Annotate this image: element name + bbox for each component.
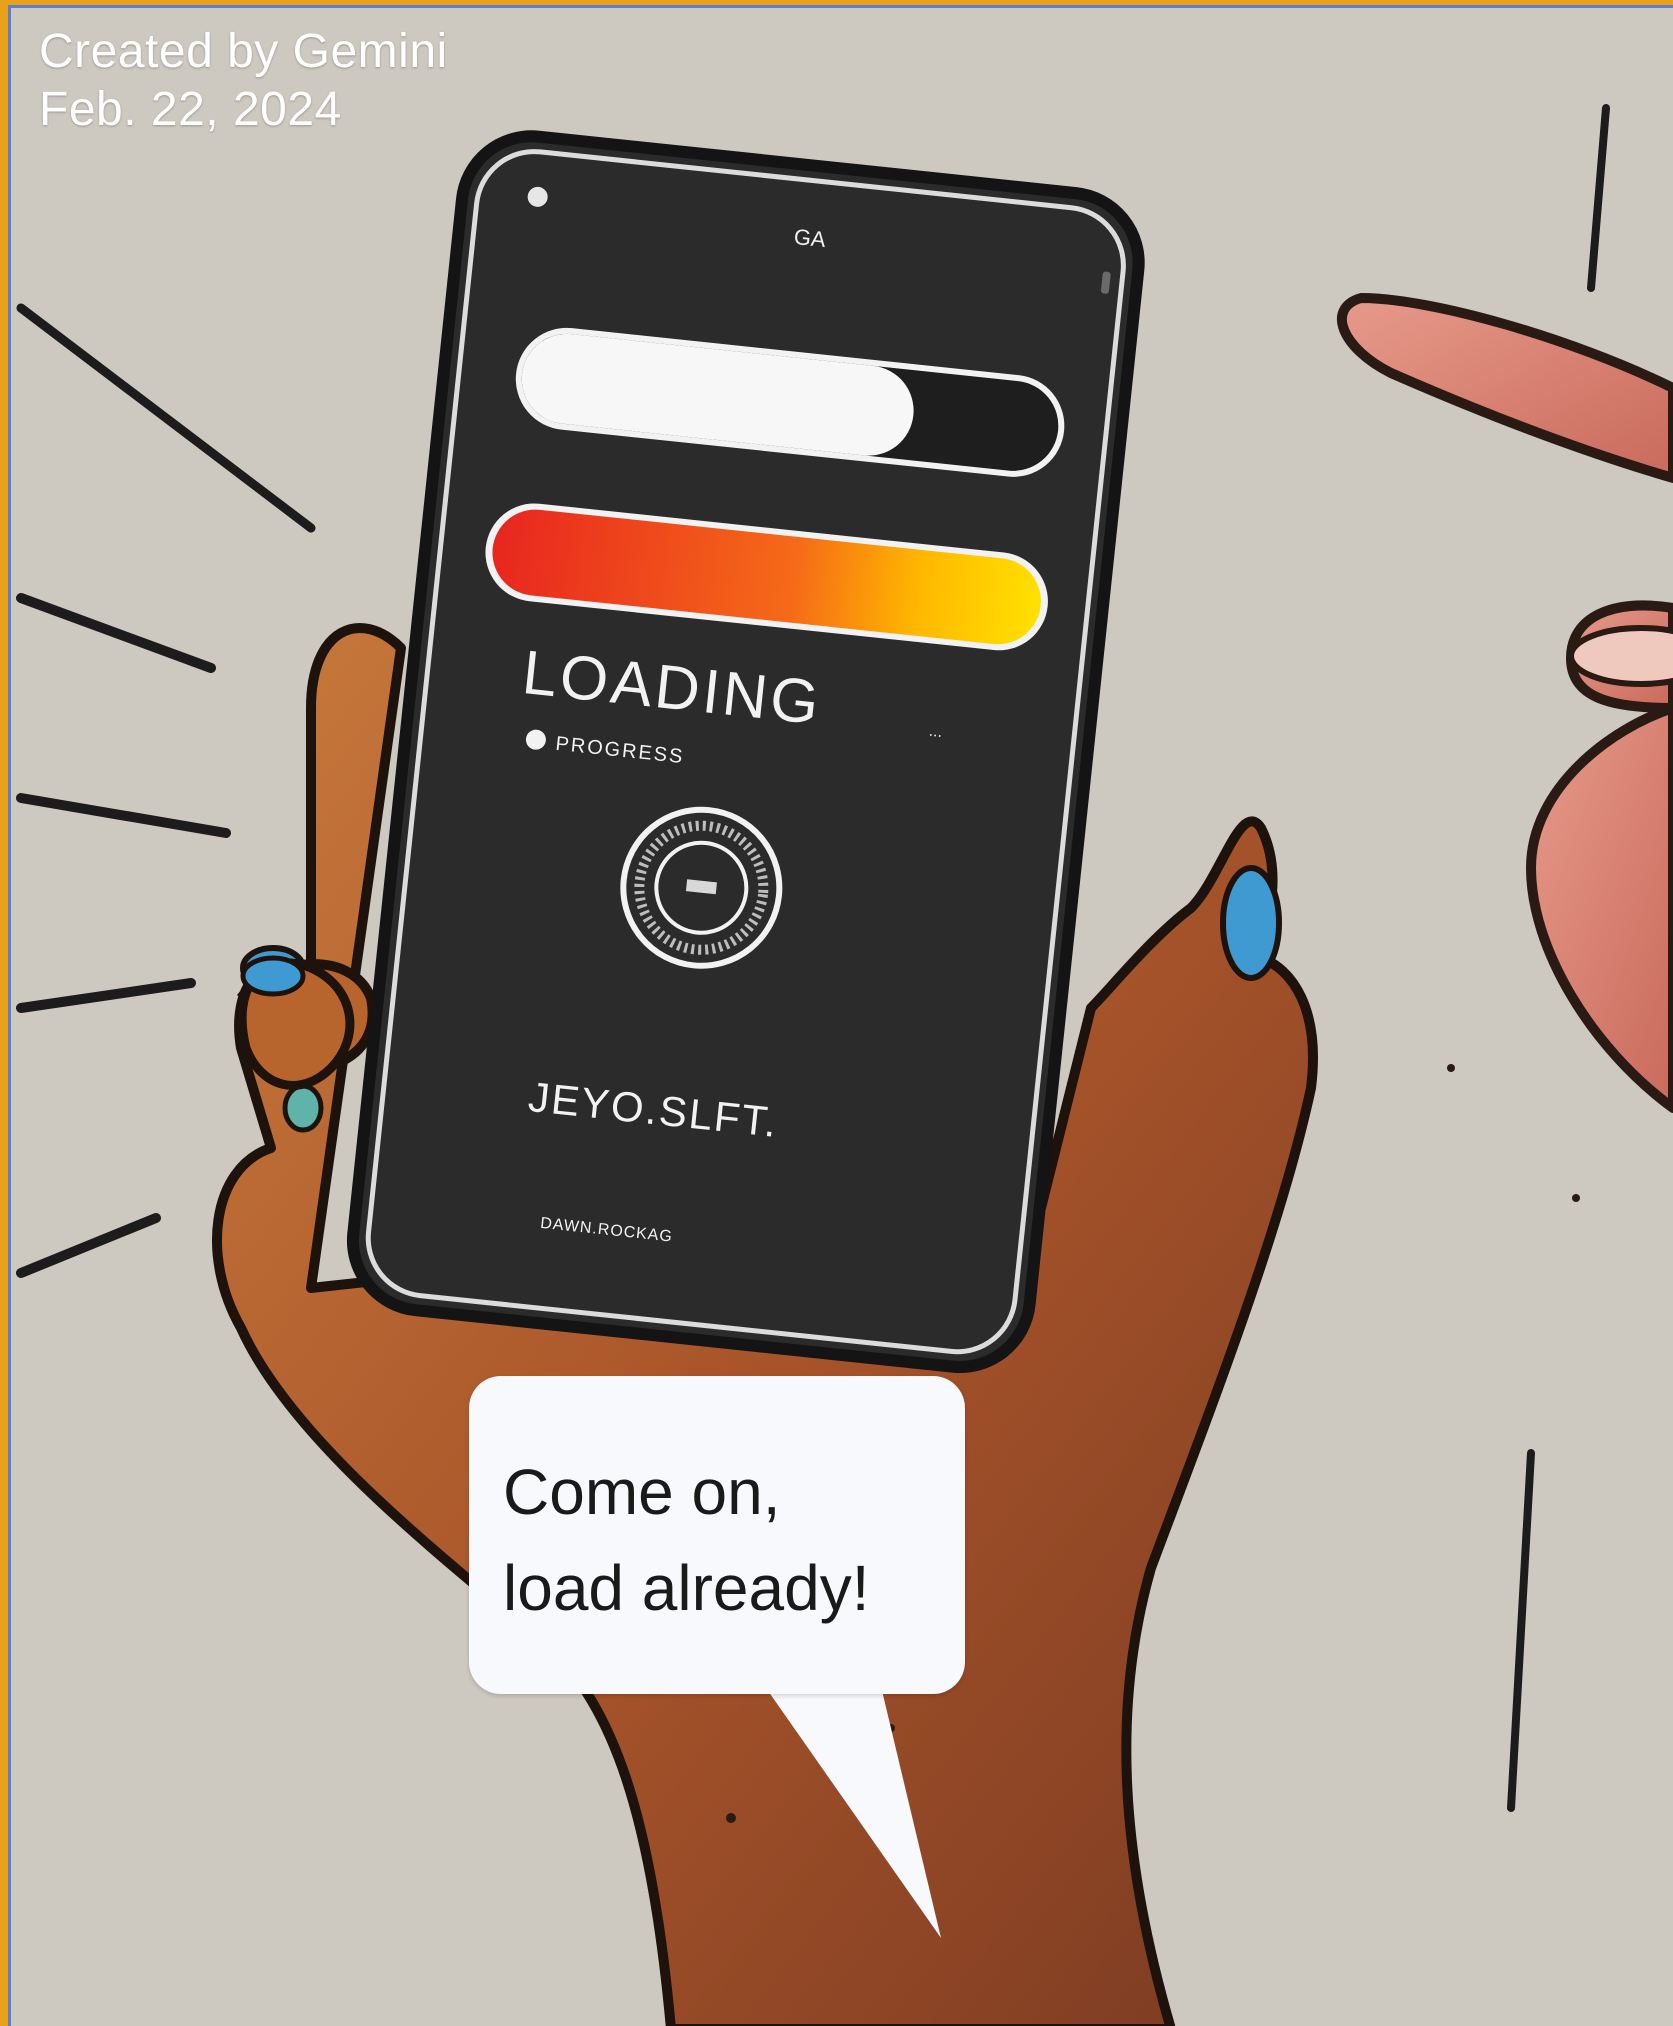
image-frame: GA LOADING ... PROGRESS JEYO.SLFT. DAWN.… [8, 5, 1673, 2026]
speech-line-1: Come on, [503, 1456, 781, 1528]
speech-bubble-tail [759, 1678, 941, 1938]
speech-bubble: Come on, load already! [469, 1376, 965, 1694]
speech-line-2: load already! [503, 1552, 870, 1624]
